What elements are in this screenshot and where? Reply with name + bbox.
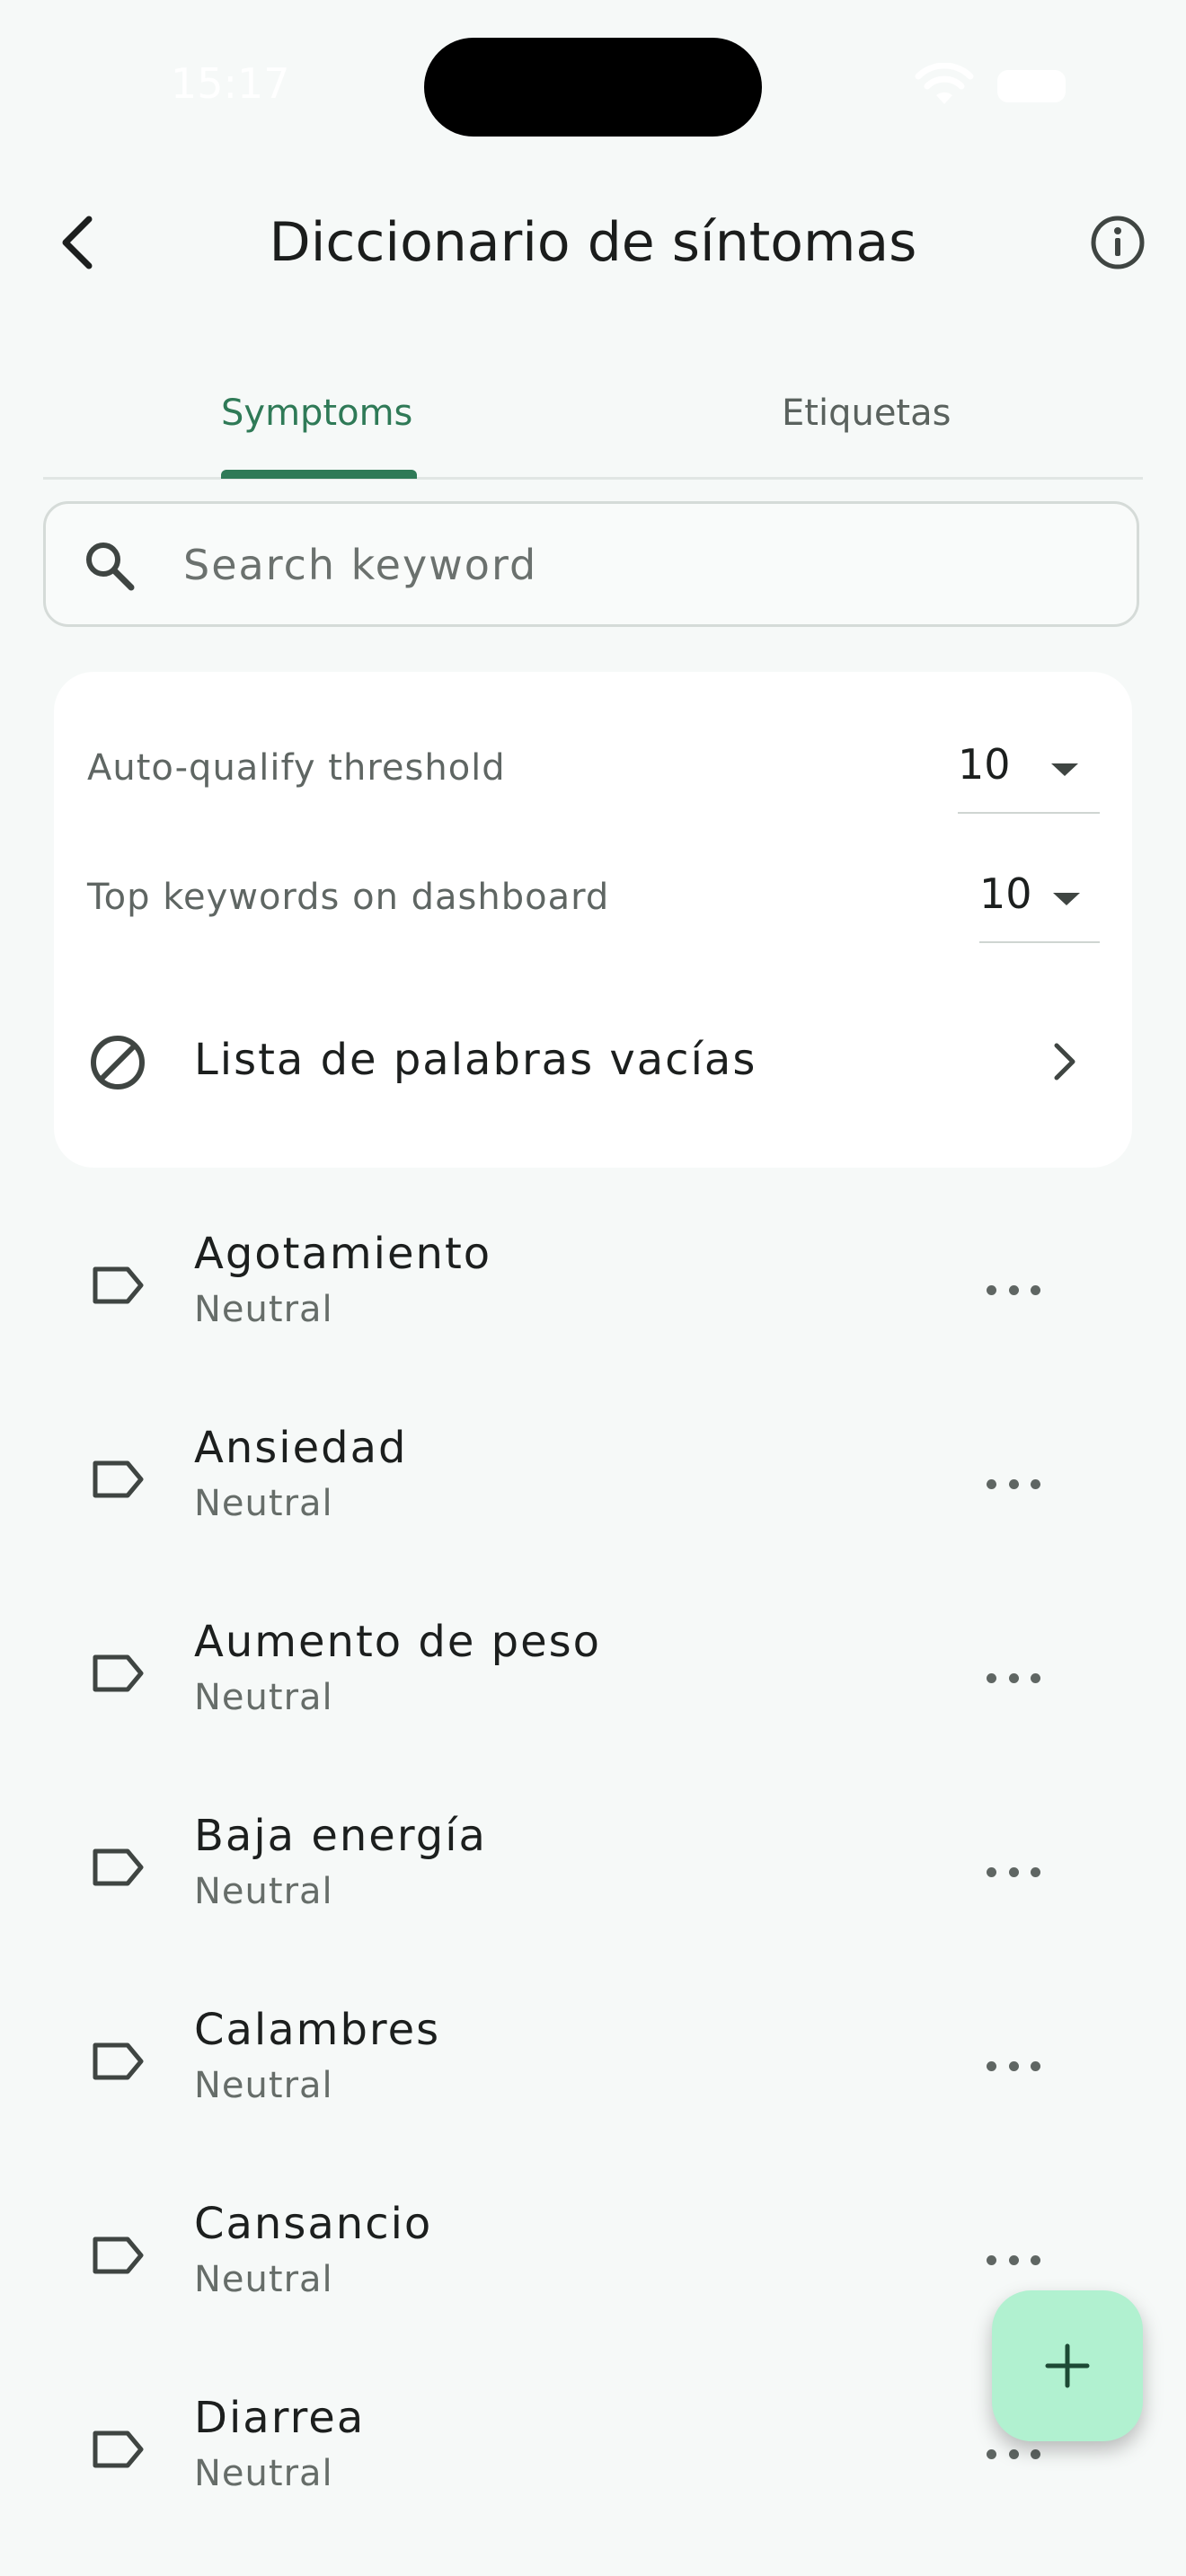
symptom-row[interactable]: Calambres Neutral bbox=[0, 1976, 1186, 2170]
dynamic-island bbox=[424, 38, 762, 137]
symptom-row[interactable]: Baja energía Neutral bbox=[0, 1782, 1186, 1976]
block-icon bbox=[91, 1036, 145, 1090]
symptom-sentiment: Neutral bbox=[194, 2453, 333, 2494]
dropdown-underline bbox=[979, 941, 1100, 943]
search-icon bbox=[86, 543, 135, 591]
more-options-button[interactable] bbox=[987, 1270, 1040, 1310]
more-options-button[interactable] bbox=[987, 1658, 1040, 1698]
symptom-row[interactable]: Ansiedad Neutral bbox=[0, 1394, 1186, 1588]
tab-etiquetas[interactable]: Etiquetas bbox=[782, 386, 951, 440]
symptom-name: Baja energía bbox=[194, 1811, 487, 1861]
label-tag-icon bbox=[93, 1848, 144, 1886]
label-tag-icon bbox=[93, 1460, 144, 1498]
symptom-sentiment: Neutral bbox=[194, 2259, 333, 2300]
symptom-sentiment: Neutral bbox=[194, 2065, 333, 2106]
top-keywords-label: Top keywords on dashboard bbox=[87, 877, 610, 918]
add-symptom-button[interactable] bbox=[992, 2290, 1143, 2441]
more-horizontal-icon bbox=[987, 1478, 996, 1489]
label-tag-icon bbox=[93, 2236, 144, 2274]
more-horizontal-icon bbox=[987, 2448, 996, 2459]
auto-qualify-value: 10 bbox=[958, 740, 1011, 789]
tab-symptoms[interactable]: Symptoms bbox=[221, 386, 412, 440]
tab-indicator bbox=[221, 470, 417, 479]
top-keywords-value: 10 bbox=[979, 869, 1032, 918]
more-horizontal-icon bbox=[987, 1284, 996, 1295]
symptom-sentiment: Neutral bbox=[194, 1483, 333, 1524]
more-options-button[interactable] bbox=[987, 2240, 1040, 2280]
more-horizontal-icon bbox=[987, 1672, 996, 1683]
symptom-name: Diarrea bbox=[194, 2393, 366, 2443]
more-horizontal-icon bbox=[987, 2254, 996, 2265]
label-tag-icon bbox=[93, 1654, 144, 1692]
page-title: Diccionario de síntomas bbox=[269, 211, 917, 274]
symptom-name: Agotamiento bbox=[194, 1229, 492, 1279]
symptom-sentiment: Neutral bbox=[194, 1677, 333, 1718]
plus-icon bbox=[1045, 2343, 1090, 2388]
auto-qualify-dropdown[interactable]: 10 bbox=[958, 735, 1102, 814]
label-tag-icon bbox=[93, 2042, 144, 2080]
top-keywords-dropdown[interactable]: 10 bbox=[979, 864, 1102, 943]
symptom-row[interactable]: Agotamiento Neutral bbox=[0, 1200, 1186, 1394]
auto-qualify-label: Auto-qualify threshold bbox=[87, 747, 506, 789]
more-horizontal-icon bbox=[987, 1866, 996, 1877]
more-options-button[interactable] bbox=[987, 1852, 1040, 1892]
symptom-name: Aumento de peso bbox=[194, 1617, 602, 1667]
dropdown-arrow-icon bbox=[1051, 763, 1078, 776]
more-options-button[interactable] bbox=[987, 2046, 1040, 2086]
symptom-sentiment: Neutral bbox=[194, 1871, 333, 1912]
symptom-name: Ansiedad bbox=[194, 1423, 408, 1473]
symptom-name: Calambres bbox=[194, 2005, 441, 2055]
label-tag-icon bbox=[93, 1266, 144, 1304]
search-input[interactable] bbox=[183, 535, 1064, 595]
wifi-icon bbox=[915, 63, 974, 104]
more-options-button[interactable] bbox=[987, 1464, 1040, 1504]
battery-icon bbox=[997, 70, 1066, 102]
info-icon[interactable] bbox=[1089, 214, 1146, 271]
tab-divider bbox=[43, 477, 1143, 480]
status-time: 15:17 bbox=[171, 59, 290, 108]
stopwords-label: Lista de palabras vacías bbox=[194, 1035, 757, 1085]
dropdown-arrow-icon bbox=[1053, 893, 1080, 905]
symptom-sentiment: Neutral bbox=[194, 1289, 333, 1330]
chevron-right-icon bbox=[1054, 1043, 1075, 1081]
symptom-row[interactable]: Aumento de peso Neutral bbox=[0, 1588, 1186, 1782]
label-tag-icon bbox=[93, 2430, 144, 2468]
more-horizontal-icon bbox=[987, 2060, 996, 2071]
symptom-name: Cansancio bbox=[194, 2199, 433, 2249]
dropdown-underline bbox=[958, 812, 1100, 814]
